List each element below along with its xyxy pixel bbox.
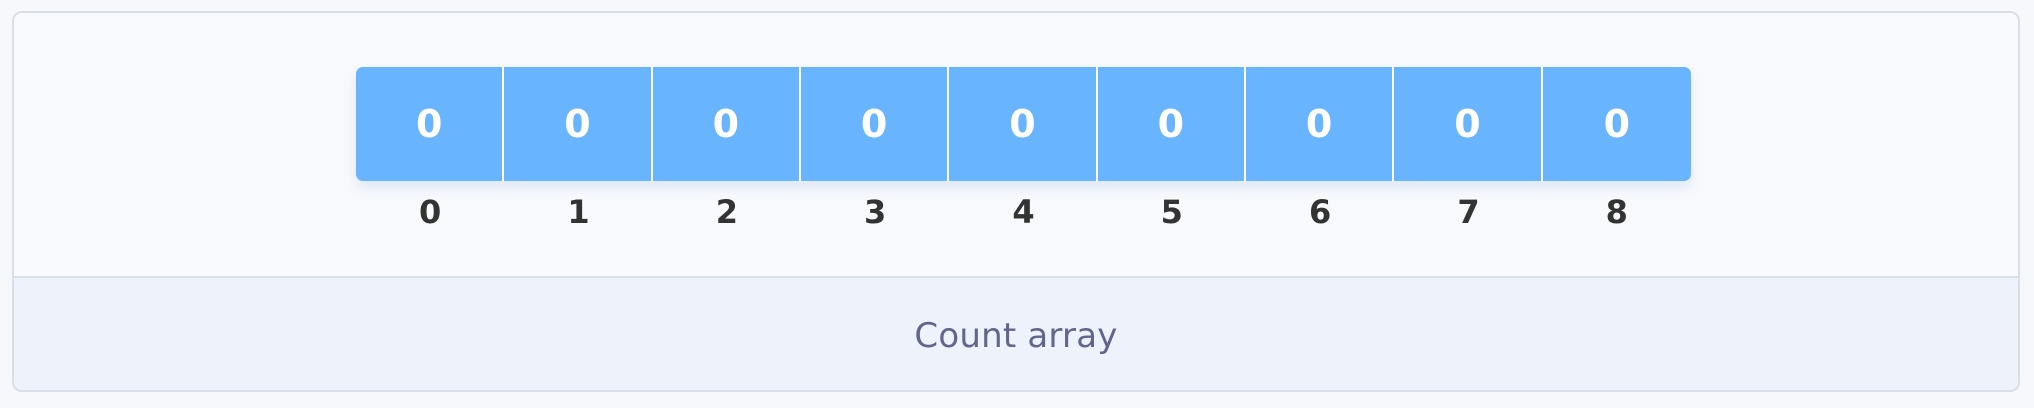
diagram-area: 0 0 0 0 0 0 0 0 0 0 1 2 3 4 5 6 7 8	[14, 13, 2018, 276]
index-label-8: 8	[1605, 193, 1628, 231]
count-cell-7: 0	[1394, 67, 1543, 181]
index-label-3: 3	[864, 193, 887, 231]
count-cell-0: 0	[356, 67, 505, 181]
diagram-caption: Count array	[914, 316, 1118, 356]
count-cell-1: 0	[504, 67, 653, 181]
count-cell-2: 0	[652, 67, 801, 181]
count-array-indices: 0 1 2 3 4 5 6 7 8	[356, 187, 1691, 237]
index-label-7: 7	[1457, 193, 1480, 231]
index-label-1: 1	[567, 193, 590, 231]
count-cell-4: 0	[949, 67, 1098, 181]
count-array-figure: 0 0 0 0 0 0 0 0 0 0 1 2 3 4 5 6 7 8 Coun…	[12, 11, 2020, 392]
caption-bar: Count array	[14, 276, 2018, 390]
count-array-cells: 0 0 0 0 0 0 0 0 0	[356, 67, 1691, 181]
count-cell-3: 0	[800, 67, 950, 181]
index-label-4: 4	[1012, 193, 1035, 231]
index-label-2: 2	[715, 193, 738, 231]
index-label-5: 5	[1160, 193, 1183, 231]
index-label-6: 6	[1309, 193, 1332, 231]
count-cell-8: 0	[1542, 67, 1691, 181]
count-cell-6: 0	[1245, 67, 1395, 181]
index-label-0: 0	[419, 193, 442, 231]
count-cell-5: 0	[1097, 67, 1246, 181]
